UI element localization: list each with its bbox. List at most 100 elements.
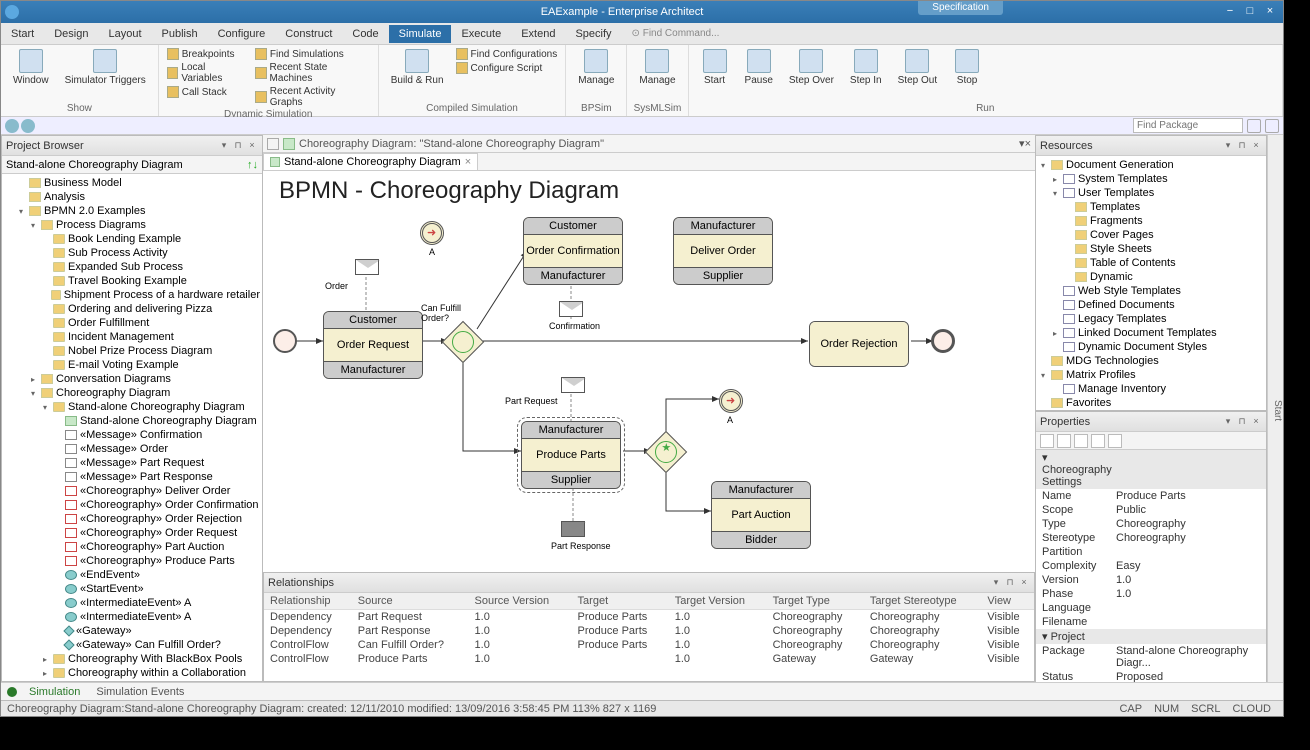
- browser-down-icon[interactable]: ↓: [253, 159, 259, 171]
- find-command[interactable]: ⊙ Find Command...: [632, 28, 720, 39]
- tree-node[interactable]: ▾Process Diagrams: [4, 218, 260, 232]
- menu-execute[interactable]: Execute: [451, 25, 511, 43]
- relationships-table[interactable]: RelationshipSourceSource VersionTargetTa…: [264, 593, 1034, 666]
- tab-simulation-events[interactable]: Simulation Events: [92, 685, 188, 699]
- tree-node[interactable]: «IntermediateEvent» A: [4, 596, 260, 610]
- tree-node[interactable]: Fragments: [1038, 214, 1264, 228]
- task-order-confirmation[interactable]: Customer Order Confirmation Manufacturer: [523, 217, 623, 285]
- tree-node[interactable]: Shipment Process of a hardware retailer: [4, 288, 260, 302]
- prop-row[interactable]: Partition: [1036, 545, 1266, 559]
- tree-node[interactable]: ▾Choreography Diagram: [4, 386, 260, 400]
- spec-tab[interactable]: Specification: [918, 1, 1003, 15]
- ribbon-item[interactable]: Find Simulations: [253, 47, 372, 61]
- tree-node[interactable]: ▸Choreography with Pools containing Acti…: [4, 680, 260, 681]
- tree-node[interactable]: Incident Management: [4, 330, 260, 344]
- tree-node[interactable]: E-mail Voting Example: [4, 358, 260, 372]
- rel-col[interactable]: Target Type: [767, 593, 864, 610]
- close-button[interactable]: ×: [1261, 5, 1279, 19]
- menu-publish[interactable]: Publish: [152, 25, 208, 43]
- rel-col[interactable]: Target Version: [669, 593, 767, 610]
- prop-section[interactable]: ▾ Choreography Settings: [1036, 450, 1266, 489]
- browser-menu-icon[interactable]: ▾: [218, 140, 230, 152]
- tree-node[interactable]: «Message» Confirmation: [4, 428, 260, 442]
- tree-node[interactable]: Manage Inventory: [1038, 382, 1264, 396]
- prop-tool-5[interactable]: [1108, 434, 1122, 448]
- prop-tool-3[interactable]: [1074, 434, 1088, 448]
- prop-row[interactable]: StereotypeChoreography: [1036, 531, 1266, 545]
- prop-row[interactable]: Phase1.0: [1036, 587, 1266, 601]
- find-package-input[interactable]: [1133, 118, 1243, 133]
- intermediate-a-2[interactable]: ➜: [719, 389, 743, 413]
- prop-tool-4[interactable]: [1091, 434, 1105, 448]
- prop-tool-2[interactable]: [1057, 434, 1071, 448]
- ribbon-item[interactable]: Call Stack: [165, 85, 249, 99]
- rel-col[interactable]: Target: [572, 593, 669, 610]
- menu-icon[interactable]: [1265, 119, 1279, 133]
- tree-node[interactable]: Favorites: [1038, 396, 1264, 410]
- rel-col[interactable]: Relationship: [264, 593, 352, 610]
- triggers-button[interactable]: Simulator Triggers: [59, 47, 152, 88]
- res-menu-icon[interactable]: ▾: [1222, 140, 1234, 152]
- tree-node[interactable]: Style Sheets: [1038, 242, 1264, 256]
- run-step-out[interactable]: Step Out: [892, 47, 943, 88]
- tree-node[interactable]: ▸Choreography With BlackBox Pools: [4, 652, 260, 666]
- prop-row[interactable]: Language: [1036, 601, 1266, 615]
- prop-close-icon[interactable]: ×: [1250, 416, 1262, 428]
- menu-layout[interactable]: Layout: [98, 25, 151, 43]
- prop-section[interactable]: ▾ Project: [1036, 629, 1266, 644]
- prop-menu-icon[interactable]: ▾: [1222, 416, 1234, 428]
- tree-node[interactable]: «Choreography» Part Auction: [4, 540, 260, 554]
- menu-code[interactable]: Code: [342, 25, 388, 43]
- tree-node[interactable]: Web Style Templates: [1038, 284, 1264, 298]
- run-step-in[interactable]: Step In: [844, 47, 888, 88]
- rel-pin-icon[interactable]: ⊓: [1004, 577, 1016, 589]
- ribbon-item[interactable]: Recent State Machines: [253, 61, 372, 85]
- intermediate-a-1[interactable]: ➜: [420, 221, 444, 245]
- ribbon-item[interactable]: Configure Script: [454, 61, 560, 75]
- menu-specify[interactable]: Specify: [565, 25, 621, 43]
- tree-node[interactable]: Sub Process Activity: [4, 246, 260, 260]
- tree-node[interactable]: Order Fulfillment: [4, 316, 260, 330]
- tree-node[interactable]: Travel Booking Example: [4, 274, 260, 288]
- task-part-auction[interactable]: Manufacturer Part Auction Bidder: [711, 481, 811, 549]
- crumb-close-icon[interactable]: ×: [1025, 138, 1031, 150]
- tree-node[interactable]: «Choreography» Order Request: [4, 526, 260, 540]
- message-part-request[interactable]: [561, 377, 585, 393]
- browser-close-icon[interactable]: ×: [246, 140, 258, 152]
- menu-design[interactable]: Design: [44, 25, 98, 43]
- tree-node[interactable]: «Choreography» Order Rejection: [4, 512, 260, 526]
- tree-node[interactable]: «IntermediateEvent» A: [4, 610, 260, 624]
- rel-row[interactable]: ControlFlowProduce Parts1.01.0GatewayGat…: [264, 652, 1034, 666]
- ribbon-item[interactable]: Find Configurations: [454, 47, 560, 61]
- tree-node[interactable]: Expanded Sub Process: [4, 260, 260, 274]
- tree-node[interactable]: «Choreography» Order Confirmation: [4, 498, 260, 512]
- message-part-response[interactable]: [561, 521, 585, 537]
- ribbon-item[interactable]: Local Variables: [165, 61, 249, 85]
- tree-node[interactable]: «Message» Part Request: [4, 456, 260, 470]
- task-produce-parts[interactable]: Manufacturer Produce Parts Supplier: [521, 421, 621, 489]
- start-side-tab[interactable]: Start: [1267, 135, 1283, 682]
- tree-node[interactable]: ▸Conversation Diagrams: [4, 372, 260, 386]
- prop-row[interactable]: StatusProposed: [1036, 670, 1266, 682]
- diagram-tab[interactable]: Stand-alone Choreography Diagram ×: [263, 153, 478, 170]
- tree-node[interactable]: «EndEvent»: [4, 568, 260, 582]
- tree-node[interactable]: Dynamic: [1038, 270, 1264, 284]
- qat-back[interactable]: [5, 119, 19, 133]
- tree-node[interactable]: ▾Document Generation: [1038, 158, 1264, 172]
- tree-node[interactable]: ▸Choreography within a Collaboration: [4, 666, 260, 680]
- tree-node[interactable]: Analysis: [4, 190, 260, 204]
- qat-fwd[interactable]: [21, 119, 35, 133]
- menu-construct[interactable]: Construct: [275, 25, 342, 43]
- tree-node[interactable]: Templates: [1038, 200, 1264, 214]
- task-order-request[interactable]: Customer Order Request Manufacturer: [323, 311, 423, 379]
- end-event[interactable]: [931, 329, 955, 353]
- rel-row[interactable]: ControlFlowCan Fulfill Order?1.0Produce …: [264, 638, 1034, 652]
- ribbon-item[interactable]: Breakpoints: [165, 47, 249, 61]
- res-close-icon[interactable]: ×: [1250, 140, 1262, 152]
- gateway-event[interactable]: [645, 431, 687, 473]
- tree-node[interactable]: Legacy Templates: [1038, 312, 1264, 326]
- tree-node[interactable]: MDG Technologies: [1038, 354, 1264, 368]
- run-step-over[interactable]: Step Over: [783, 47, 840, 88]
- minimize-button[interactable]: −: [1221, 5, 1239, 19]
- tree-node[interactable]: Book Lending Example: [4, 232, 260, 246]
